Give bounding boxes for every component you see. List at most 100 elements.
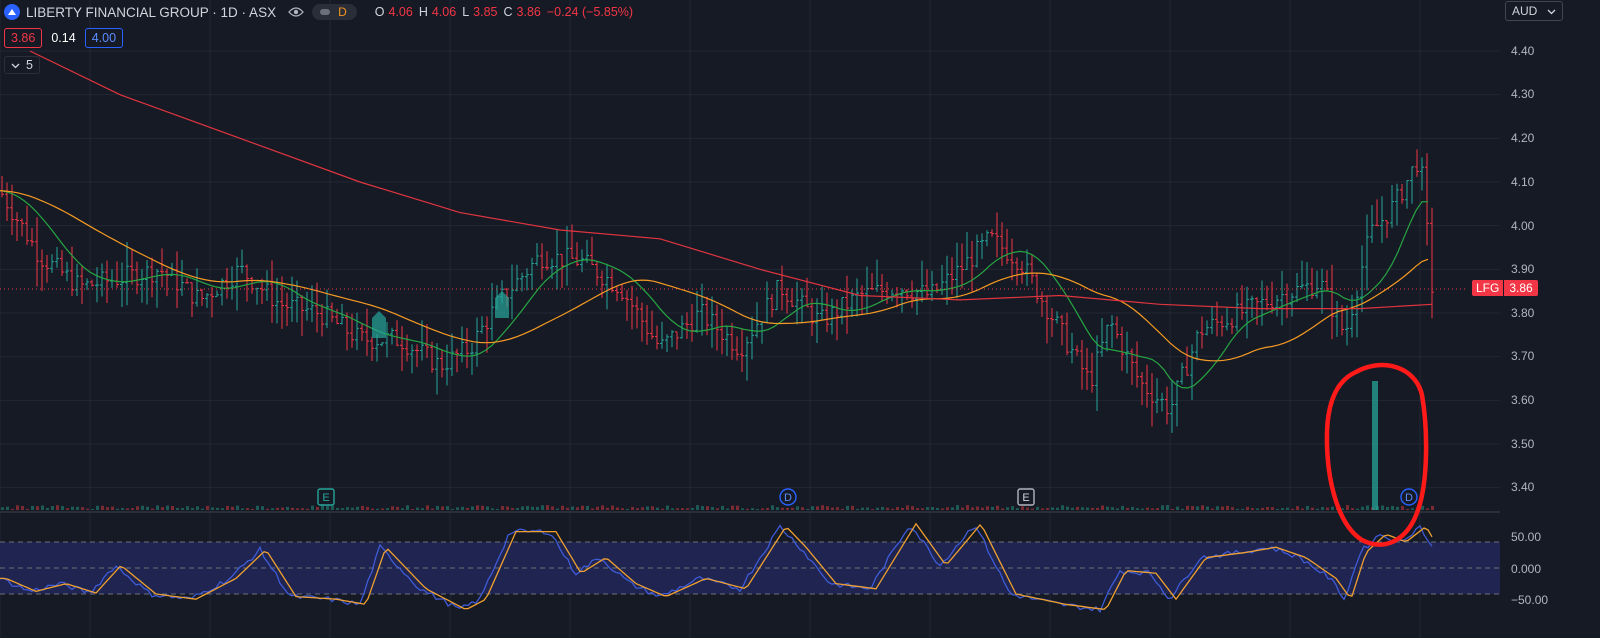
volume-bar (501, 506, 504, 510)
volume-bar (1276, 508, 1279, 510)
volume-bar (1426, 508, 1429, 510)
volume-bar (771, 505, 774, 510)
volume-bar (1271, 507, 1274, 510)
volume-bar (1006, 507, 1009, 510)
price-axis-label: 3.80 (1511, 306, 1535, 320)
spread-value: 0.14 (51, 31, 76, 45)
volume-bar (936, 508, 939, 510)
volume-bar (956, 505, 959, 510)
volume-bar (1041, 508, 1044, 510)
earnings-marker: E (317, 488, 335, 506)
volume-bar (801, 507, 804, 510)
ma-slow-line (29, 50, 1433, 310)
volume-bar (451, 508, 454, 510)
volume-bar (101, 505, 104, 510)
volume-bar (1346, 505, 1349, 510)
volume-bar (611, 505, 614, 510)
volume-bar (371, 508, 374, 510)
volume-bar (31, 505, 34, 510)
volume-bar (1361, 506, 1364, 510)
ma-mid-line (0, 190, 1429, 362)
volume-bar (1226, 505, 1229, 510)
volume-bar (1386, 506, 1389, 510)
event-marker-label: E (322, 492, 329, 504)
volume-bar (681, 508, 684, 510)
volume-bar (626, 508, 629, 510)
volume-bar (1281, 508, 1284, 510)
volume-bar (91, 508, 94, 510)
volume-bar (171, 505, 174, 510)
volume-bar (271, 508, 274, 510)
volume-bar (86, 508, 89, 510)
volume-bar (926, 507, 929, 510)
volume-bar (81, 507, 84, 510)
volume-bar (486, 506, 489, 510)
interval-badge[interactable]: D (312, 4, 357, 20)
volume-bar (1031, 508, 1034, 510)
volume-bar (1356, 508, 1359, 510)
volume-bar (481, 505, 484, 510)
volume-bar (996, 505, 999, 510)
quote-row: 3.86 0.14 4.00 (4, 28, 124, 48)
volume-bar (1016, 508, 1019, 510)
indicators-toggle[interactable]: 5 (4, 56, 40, 74)
volume-bar (631, 506, 634, 510)
volume-bar (851, 505, 854, 510)
volume-bar (161, 507, 164, 510)
volume-bar (1306, 505, 1309, 510)
volume-bar (606, 507, 609, 510)
volume-bar (456, 507, 459, 510)
volume-bar (1051, 507, 1054, 510)
volume-bar (226, 505, 229, 510)
volume-bar (1056, 507, 1059, 510)
volume-bar (806, 508, 809, 510)
volume-bar (1321, 507, 1324, 510)
volume-bar (1166, 505, 1169, 510)
volume-bar (556, 508, 559, 510)
eye-icon[interactable] (288, 5, 304, 19)
volume-bar (166, 505, 169, 510)
volume-bar (1011, 506, 1014, 510)
volume-bar (221, 508, 224, 510)
volume-bar (121, 508, 124, 510)
volume-bar (1101, 505, 1104, 510)
volume-bar (776, 507, 779, 510)
volume-bar (741, 508, 744, 510)
volume-bar (181, 507, 184, 510)
volume-bar (316, 506, 319, 510)
volume-bar (821, 505, 824, 510)
chevron-down-icon (11, 58, 20, 72)
volume-bar (321, 505, 324, 510)
volume-bar (306, 508, 309, 510)
volume-bar (921, 508, 924, 510)
price-axis-label: 3.40 (1511, 480, 1535, 494)
volume-bar (496, 508, 499, 510)
volume-bar (746, 508, 749, 510)
volume-bar (391, 506, 394, 510)
volume-bar (566, 507, 569, 510)
volume-bar (856, 508, 859, 510)
volume-bar (436, 505, 439, 510)
volume-bar (516, 507, 519, 510)
event-marker-label: D (1405, 492, 1413, 504)
currency-button[interactable]: AUD (1505, 1, 1563, 21)
volume-bar (331, 505, 334, 510)
volume-bar (1381, 505, 1384, 510)
volume-bar (201, 508, 204, 510)
volume-bar (1316, 508, 1319, 510)
volume-bar (1086, 507, 1089, 510)
ask-button[interactable]: 4.00 (84, 28, 124, 48)
dividend-marker: D (779, 488, 797, 506)
volume-bar (231, 506, 234, 510)
volume-bar (1216, 506, 1219, 510)
chart-canvas[interactable]: E D E D (0, 0, 1600, 638)
volume-bar (61, 506, 64, 510)
volume-bar (1186, 505, 1189, 510)
volume-bar (1296, 506, 1299, 510)
bid-button[interactable]: 3.86 (4, 28, 43, 48)
volume-bar (21, 505, 24, 510)
volume-bar (1046, 507, 1049, 510)
volume-bar (656, 507, 659, 510)
volume-bar (446, 506, 449, 510)
symbol-title[interactable]: LIBERTY FINANCIAL GROUP · 1D · ASX (26, 5, 276, 20)
